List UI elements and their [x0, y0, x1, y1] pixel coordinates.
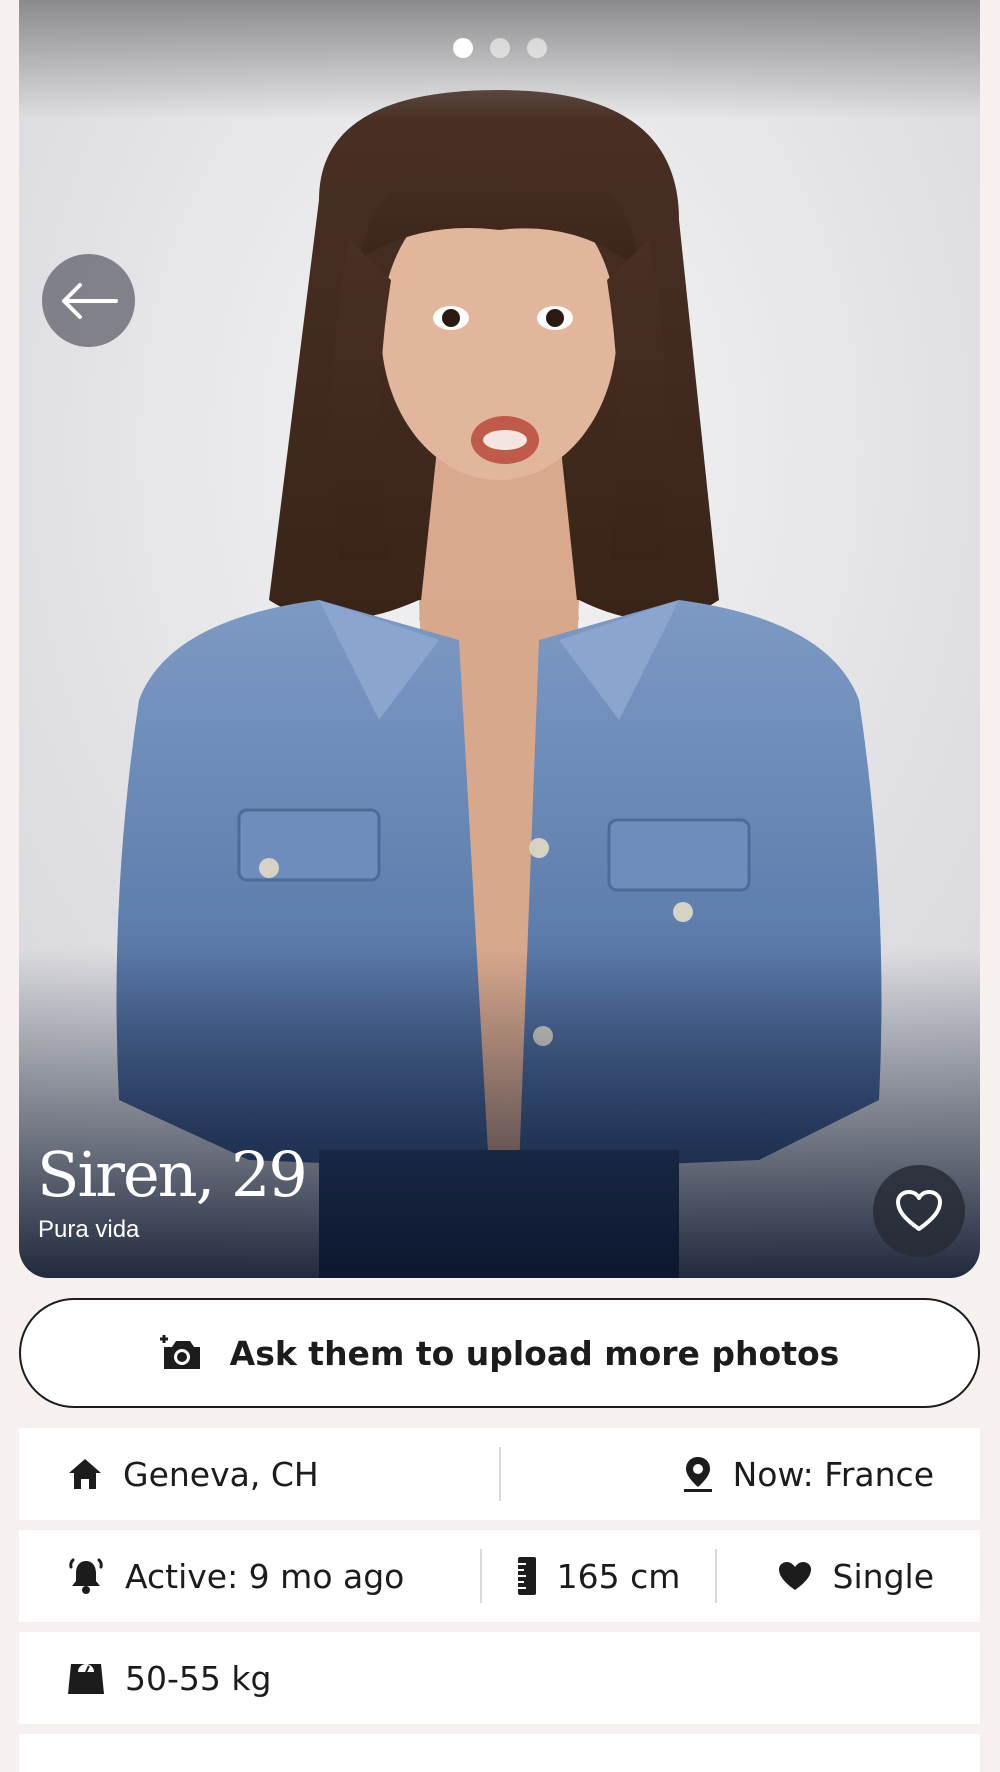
photo-dot[interactable] [526, 38, 547, 58]
photo-top-gradient [19, 0, 980, 120]
relationship-text: Single [832, 1556, 934, 1596]
activity-text: Active: 9 mo ago [125, 1556, 405, 1596]
ruler-icon [517, 1556, 537, 1596]
activity-status: Active: 9 mo ago [19, 1530, 480, 1622]
home-location-text: Geneva, CH [123, 1454, 319, 1494]
height-text: 165 cm [556, 1556, 681, 1596]
ask-more-photos-label: Ask them to upload more photos [229, 1333, 840, 1373]
back-button[interactable] [42, 254, 135, 347]
relationship-stat: Single [717, 1530, 980, 1622]
weight-text: 50-55 kg [125, 1658, 272, 1698]
arrow-left-icon [58, 281, 120, 321]
photo-bottom-gradient [19, 948, 980, 1278]
stats-row: Active: 9 mo ago 165 cm Single [19, 1530, 980, 1622]
photo-dot-active[interactable] [452, 38, 473, 58]
current-location: Now: France [501, 1428, 980, 1520]
location-row: Geneva, CH Now: France [19, 1428, 980, 1520]
photo-pagination [19, 38, 980, 58]
heart-outline-icon [895, 1189, 943, 1233]
home-location: Geneva, CH [19, 1428, 499, 1520]
height-stat: 165 cm [482, 1530, 715, 1622]
profile-tagline: Pura vida [38, 1216, 140, 1243]
weight-row: 50-55 kg [19, 1632, 980, 1724]
camera-plus-icon [159, 1333, 204, 1373]
profile-name-age: Siren, 29 [37, 1138, 308, 1211]
home-icon [67, 1457, 103, 1491]
photo-dot[interactable] [489, 38, 510, 58]
profile-photo-card[interactable]: Siren, 29 Pura vida [19, 0, 980, 1278]
scale-icon [67, 1660, 105, 1696]
weight-stat: 50-55 kg [19, 1632, 271, 1724]
current-location-text: Now: France [732, 1454, 934, 1494]
map-pin-icon [683, 1455, 713, 1493]
profile-page: Siren, 29 Pura vida Ask them to upload m… [0, 0, 1000, 1772]
next-section-card [19, 1734, 980, 1772]
bell-icon [67, 1557, 105, 1595]
ask-more-photos-button[interactable]: Ask them to upload more photos [19, 1298, 980, 1408]
heart-icon [777, 1560, 813, 1592]
like-button[interactable] [873, 1165, 965, 1257]
